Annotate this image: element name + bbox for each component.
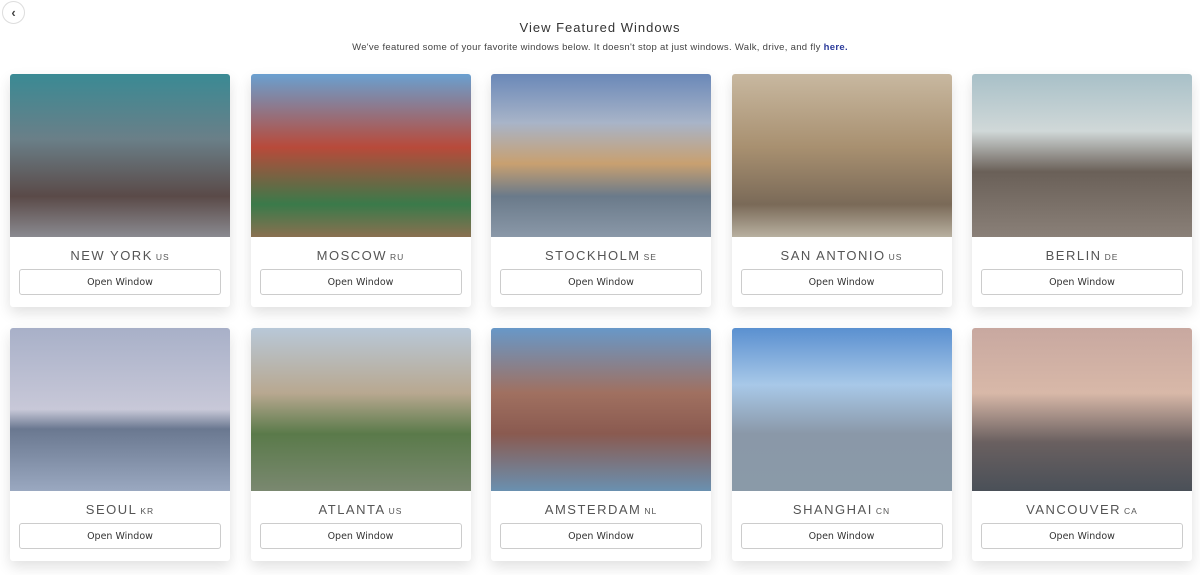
- city-name: AMSTERDAM NL: [544, 502, 658, 517]
- city-image: [972, 74, 1192, 237]
- city-name: SHANGHAI CN: [792, 502, 891, 517]
- city-card: BERLIN DE Open Window: [972, 74, 1192, 307]
- city-name: SEOUL KR: [85, 502, 155, 517]
- city-card: NEW YORK US Open Window: [10, 74, 230, 307]
- city-card: AMSTERDAM NL Open Window: [491, 328, 711, 561]
- page-title: View Featured Windows: [519, 20, 681, 35]
- open-window-button[interactable]: Open Window: [981, 269, 1183, 295]
- city-image: [10, 328, 230, 491]
- country-code: US: [388, 506, 403, 516]
- city-card: SAN ANTONIO US Open Window: [731, 74, 952, 307]
- city-card: VANCOUVER CA Open Window: [972, 328, 1192, 561]
- open-window-button[interactable]: Open Window: [259, 523, 462, 549]
- city-image: [250, 74, 471, 237]
- open-window-button[interactable]: Open Window: [259, 269, 462, 295]
- open-window-button[interactable]: Open Window: [19, 523, 221, 549]
- city-image: [731, 74, 952, 237]
- country-code: DE: [1104, 252, 1119, 262]
- city-image: [250, 328, 471, 491]
- country-code: NL: [644, 506, 658, 516]
- city-name: BERLIN DE: [1045, 248, 1119, 263]
- city-name: NEW YORK US: [70, 248, 170, 263]
- city-image: [491, 328, 711, 491]
- country-code: SE: [643, 252, 657, 262]
- city-card: STOCKHOLM SE Open Window: [491, 74, 711, 307]
- chevron-left-icon: ‹: [11, 5, 16, 20]
- city-image: [972, 328, 1192, 491]
- city-name: SAN ANTONIO US: [780, 248, 903, 263]
- city-card: SHANGHAI CN Open Window: [731, 328, 952, 561]
- city-name: ATLANTA US: [318, 502, 403, 517]
- country-code: US: [888, 252, 903, 262]
- city-card: ATLANTA US Open Window: [250, 328, 471, 561]
- city-image: [10, 74, 230, 237]
- country-code: KR: [140, 506, 155, 516]
- here-link[interactable]: here.: [824, 42, 848, 53]
- city-name: MOSCOW RU: [316, 248, 405, 263]
- country-code: RU: [390, 252, 405, 262]
- country-code: CN: [875, 506, 891, 516]
- city-name: VANCOUVER CA: [1026, 502, 1138, 517]
- open-window-button[interactable]: Open Window: [500, 269, 702, 295]
- country-code: US: [155, 252, 170, 262]
- open-window-button[interactable]: Open Window: [500, 523, 702, 549]
- city-image: [731, 328, 952, 491]
- city-grid: NEW YORK US Open Window MOSCOW RU Open Win…: [10, 74, 1192, 561]
- open-window-button[interactable]: Open Window: [981, 523, 1183, 549]
- city-card: MOSCOW RU Open Window: [250, 74, 471, 307]
- city-name: STOCKHOLM SE: [545, 248, 657, 263]
- open-window-button[interactable]: Open Window: [740, 523, 943, 549]
- page-subtitle: We've featured some of your favorite win…: [352, 42, 848, 53]
- open-window-button[interactable]: Open Window: [740, 269, 943, 295]
- open-window-button[interactable]: Open Window: [19, 269, 221, 295]
- country-code: CA: [1124, 506, 1138, 516]
- city-image: [491, 74, 711, 237]
- city-card: SEOUL KR Open Window: [10, 328, 230, 561]
